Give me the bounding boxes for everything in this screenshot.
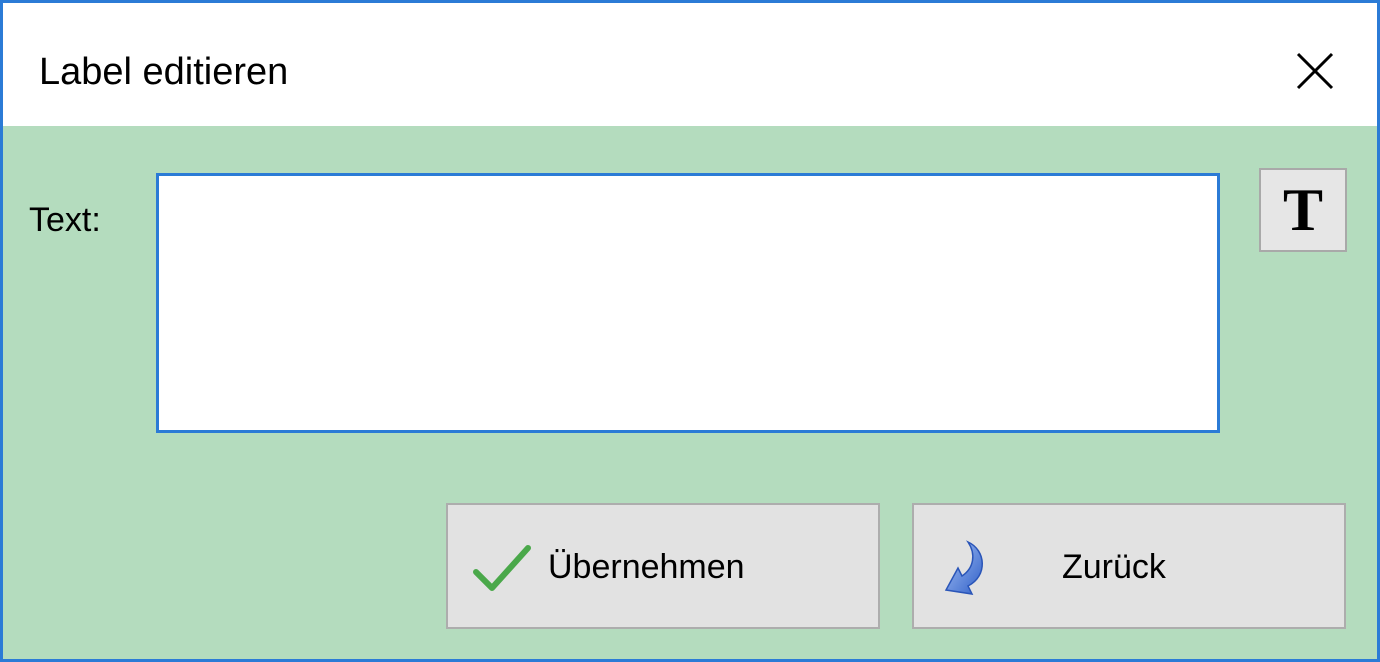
back-button[interactable]: Zurück: [912, 503, 1346, 629]
text-input[interactable]: [156, 173, 1220, 433]
back-button-label: Zurück: [1062, 548, 1166, 586]
checkmark-icon: [473, 545, 531, 591]
close-icon: [1296, 52, 1334, 90]
close-button[interactable]: [1273, 29, 1357, 113]
apply-button-label: Übernehmen: [548, 548, 745, 586]
window-title: Label editieren: [39, 51, 289, 93]
apply-button[interactable]: Übernehmen: [446, 503, 880, 629]
font-button[interactable]: T: [1259, 168, 1347, 252]
title-bar: Label editieren: [3, 3, 1377, 126]
undo-arrow-icon: [944, 540, 983, 595]
text-label: Text:: [29, 201, 101, 239]
dialog-body: Text: T Übernehmen Zurück: [3, 126, 1377, 659]
dialog-window: Label editieren Text: T Übernehmen Zurüc…: [0, 0, 1380, 662]
font-icon: T: [1282, 177, 1324, 243]
